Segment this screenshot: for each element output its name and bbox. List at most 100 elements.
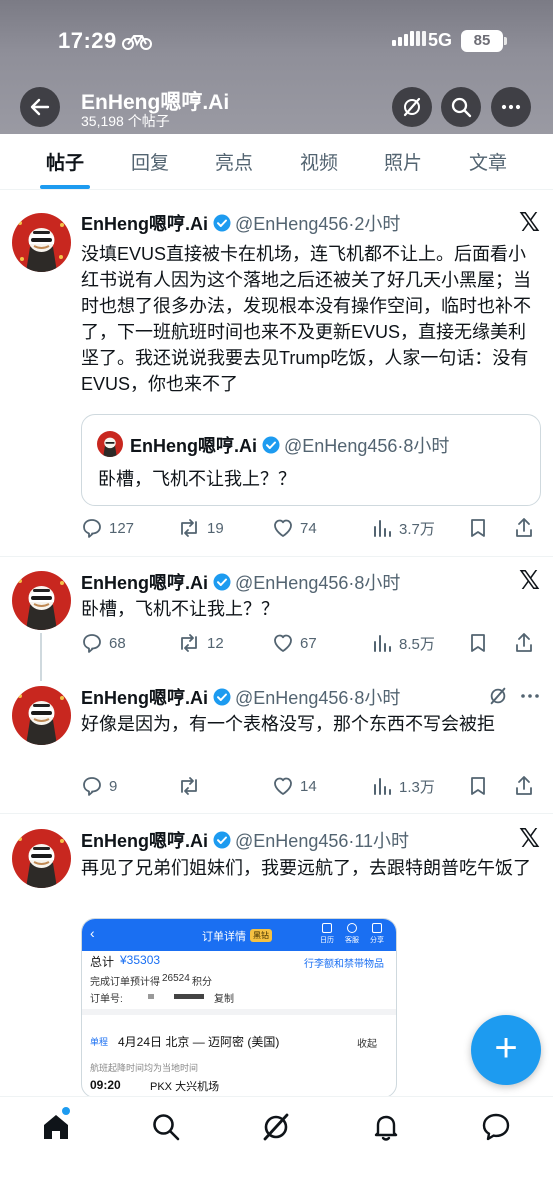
- image-collapse: 收起: [357, 1039, 377, 1050]
- grok-tab[interactable]: [260, 1111, 292, 1143]
- repost-count: 12: [207, 634, 224, 652]
- like-count: 14: [300, 777, 317, 795]
- view-count: 8.5万: [399, 635, 435, 653]
- image-points-suffix: 积分: [192, 977, 212, 988]
- avatar[interactable]: [12, 686, 71, 745]
- share-button[interactable]: [514, 632, 534, 654]
- status-time: 17:29: [58, 28, 117, 53]
- views-icon: [374, 778, 391, 795]
- tab-posts[interactable]: 帖子: [35, 148, 95, 175]
- repost-button[interactable]: 19: [177, 517, 224, 539]
- back-button[interactable]: [20, 87, 60, 127]
- image-dep-airport: PKX 大兴机场: [150, 1081, 220, 1093]
- image-copy: 复制: [214, 994, 234, 1005]
- image-trip-tag: 单程: [90, 1037, 109, 1047]
- reply-icon: [83, 634, 101, 653]
- tab-photos[interactable]: 照片: [373, 148, 433, 175]
- share-icon: [516, 776, 532, 795]
- tab-highlights[interactable]: 亮点: [204, 148, 264, 175]
- compose-button[interactable]: +: [471, 1015, 541, 1085]
- repost-button[interactable]: [177, 775, 207, 797]
- quote-avatar: [97, 431, 123, 457]
- image-vip-badge: 黑钻: [250, 929, 272, 942]
- author-name[interactable]: EnHeng嗯哼.Ai: [81, 684, 208, 710]
- verified-badge-icon: [213, 831, 231, 849]
- image-route: 4月24日 北京 — 迈阿密 (美国): [118, 1035, 280, 1049]
- post-text: 卧槽，飞机不让我上？？: [81, 599, 279, 619]
- bookmark-button[interactable]: [468, 517, 488, 539]
- like-button[interactable]: 67: [272, 632, 317, 654]
- share-icon: [516, 518, 532, 537]
- verified-badge-icon: [213, 214, 231, 232]
- avatar[interactable]: [12, 213, 71, 272]
- bookmark-icon: [471, 634, 485, 652]
- quote-author-name: EnHeng嗯哼.Ai: [130, 436, 258, 456]
- image-divider: [82, 1009, 396, 1015]
- author-handle[interactable]: @EnHeng456·2小时: [235, 210, 400, 236]
- post-actions: 68 12 67 8.5万: [81, 632, 536, 656]
- notification-dot: [62, 1107, 70, 1115]
- avatar[interactable]: [12, 571, 71, 630]
- author-name[interactable]: EnHeng嗯哼.Ai: [81, 210, 208, 236]
- arrow-left-icon: [30, 98, 50, 116]
- views-icon: [374, 520, 391, 537]
- quoted-post[interactable]: EnHeng嗯哼.Ai @EnHeng456·8小时 卧槽，飞机不让我上？？: [81, 414, 541, 506]
- repost-icon: [181, 519, 197, 537]
- views-button[interactable]: 3.7万: [371, 517, 435, 539]
- reply-button[interactable]: 9: [81, 775, 117, 797]
- quote-text: 卧槽，飞机不让我上？？: [98, 469, 296, 489]
- x-logo-icon: 𝕏: [519, 565, 540, 595]
- repost-icon: [181, 634, 197, 652]
- bell-icon: [374, 1115, 398, 1141]
- grok-button[interactable]: [392, 87, 432, 127]
- heart-icon: [274, 777, 292, 795]
- bookmark-icon: [471, 519, 485, 537]
- verified-badge-icon: [213, 688, 231, 706]
- tab-videos[interactable]: 视频: [289, 148, 349, 175]
- quote-header: EnHeng嗯哼.Ai @EnHeng456·8小时: [130, 432, 449, 458]
- post-header: EnHeng嗯哼.Ai @EnHeng456·8小时: [81, 684, 400, 710]
- grok-icon[interactable]: [488, 686, 508, 711]
- author-name[interactable]: EnHeng嗯哼.Ai: [81, 827, 208, 853]
- search-button[interactable]: [441, 87, 481, 127]
- bookmark-button[interactable]: [468, 775, 488, 797]
- views-icon: [374, 635, 391, 652]
- author-handle[interactable]: @EnHeng456·8小时: [235, 684, 400, 710]
- reply-button[interactable]: 127: [81, 517, 134, 539]
- messages-tab[interactable]: [480, 1111, 512, 1143]
- x-logo-icon: 𝕏: [519, 207, 540, 237]
- reply-button[interactable]: 68: [81, 632, 126, 654]
- more-icon[interactable]: [519, 686, 541, 711]
- author-name[interactable]: EnHeng嗯哼.Ai: [81, 569, 208, 595]
- thread-connector: [40, 633, 42, 681]
- divider: [0, 556, 553, 557]
- notifications-tab[interactable]: [370, 1111, 402, 1143]
- share-button[interactable]: [514, 775, 534, 797]
- calendar-icon: 日历: [316, 923, 338, 945]
- post-text: 没填EVUS直接被卡在机场，连飞机都不让上。后面看小红书说有人因为这个落地之后还…: [81, 244, 531, 394]
- share-button[interactable]: [514, 517, 534, 539]
- like-button[interactable]: 14: [272, 775, 317, 797]
- bookmark-button[interactable]: [468, 632, 488, 654]
- views-button[interactable]: 1.3万: [371, 775, 435, 797]
- home-tab[interactable]: [40, 1107, 72, 1143]
- explore-tab[interactable]: [150, 1111, 182, 1143]
- tab-articles[interactable]: 文章: [458, 148, 518, 175]
- image-order-label: 订单号:: [90, 994, 123, 1005]
- image-points-value: 26524: [162, 973, 190, 984]
- repost-button[interactable]: 12: [177, 632, 224, 654]
- author-handle[interactable]: @EnHeng456·11小时: [235, 827, 409, 853]
- profile-tabs: 帖子 回复 亮点 视频 照片 文章: [0, 134, 553, 190]
- post-actions: 9 14 1.3万: [81, 775, 536, 799]
- like-button[interactable]: 74: [272, 517, 317, 539]
- chevron-left-icon: ‹: [90, 925, 95, 941]
- tab-replies[interactable]: 回复: [120, 148, 180, 175]
- reply-icon: [83, 777, 101, 796]
- post-image[interactable]: ‹ 订单详情 黑钻 日历 客服 分享 总计 ¥35303 行李额和禁带物品 完成…: [81, 918, 397, 1098]
- author-handle[interactable]: @EnHeng456·8小时: [235, 569, 400, 595]
- share-icon: 分享: [366, 923, 388, 945]
- views-button[interactable]: 8.5万: [371, 632, 435, 654]
- more-button[interactable]: [491, 87, 531, 127]
- avatar[interactable]: [12, 829, 71, 888]
- reply-count: 68: [109, 634, 126, 652]
